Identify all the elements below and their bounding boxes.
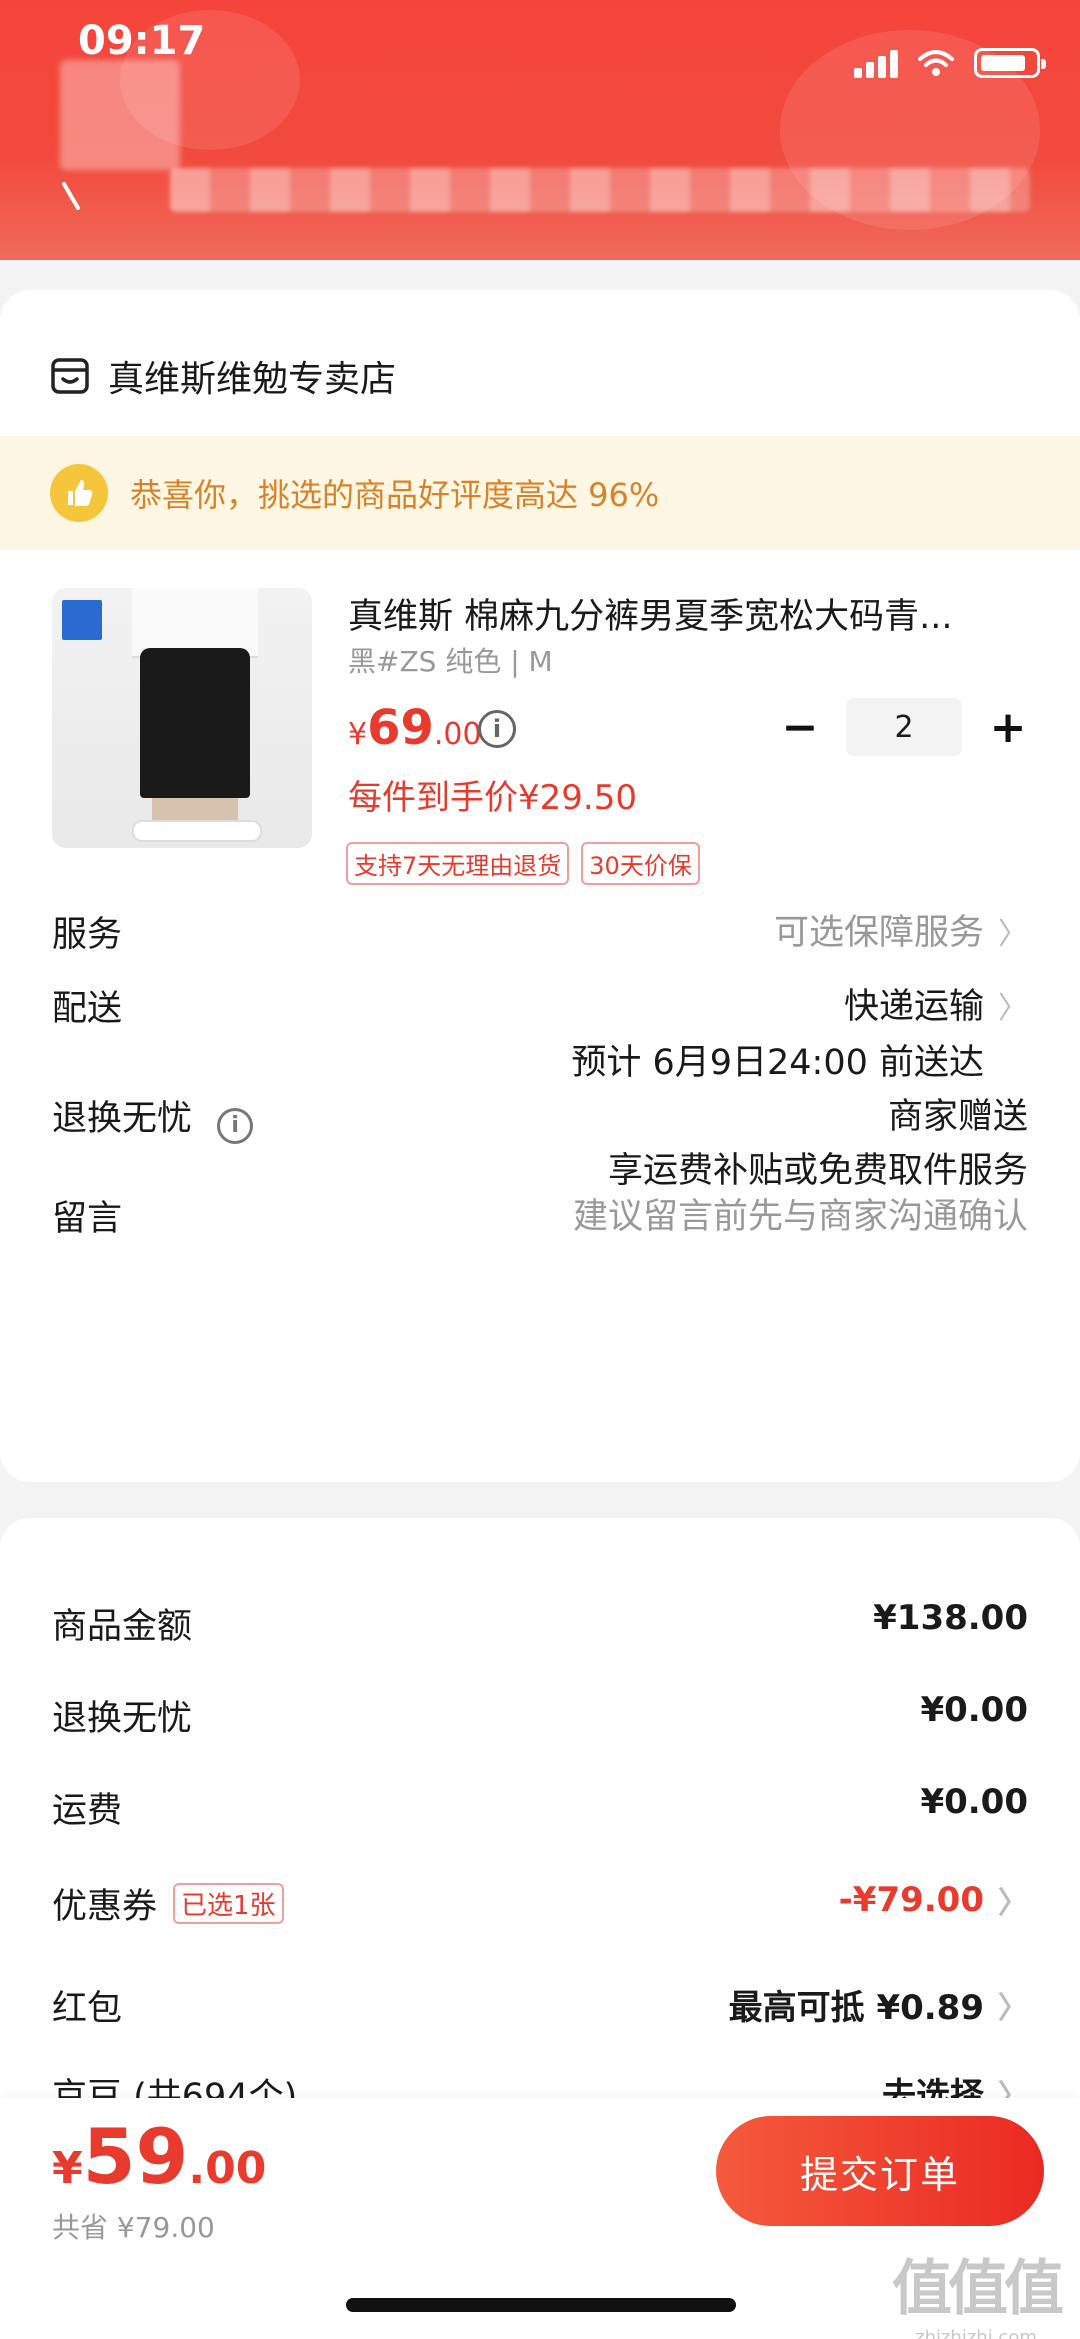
service-label: 服务: [52, 915, 123, 955]
brand-logo: [62, 600, 102, 640]
chevron-right-icon: 〉: [998, 917, 1028, 952]
thumbs-up-icon: [50, 464, 108, 522]
delivery-eta: 预计 6月9日24:00 前送达: [571, 1043, 984, 1083]
shop-name: 真维斯维勉专卖店: [108, 359, 397, 400]
shop-icon: [51, 358, 89, 394]
watermark: 值值值 zhizhizhi.com: [892, 2254, 1064, 2339]
coupon-label: 优惠券: [52, 1887, 158, 1927]
note-label: 留言: [52, 1199, 123, 1239]
note-row[interactable]: 留言 建议留言前先与商家沟通确认: [52, 1190, 1028, 1241]
price-info-icon[interactable]: i: [478, 710, 516, 748]
quantity-field[interactable]: 2: [846, 698, 962, 756]
total-price: ¥ 59 .00: [52, 2112, 267, 2201]
signal-icon: [854, 48, 898, 78]
product-image[interactable]: [52, 588, 312, 848]
delivery-label: 配送: [52, 989, 123, 1029]
redpacket-value: 最高可抵 ¥0.89: [728, 1988, 984, 2028]
delivery-value: 快递运输: [843, 987, 984, 1027]
product-tags: 支持7天无理由退货 30天价保: [346, 842, 700, 885]
back-arrow-icon[interactable]: [56, 178, 96, 218]
rating-banner-text: 恭喜你，挑选的商品好评度高达 96%: [130, 476, 660, 514]
battery-icon: [974, 48, 1046, 78]
chevron-right-icon: 〉: [998, 991, 1028, 1026]
product-title[interactable]: 真维斯 棉麻九分裤男夏季宽松大码青...: [348, 588, 1018, 639]
saved-amount: 共省 ¥79.00: [52, 2211, 215, 2244]
wifi-icon: [918, 50, 954, 76]
coupon-badge: 已选1张: [173, 1883, 284, 1924]
rating-banner: 恭喜你，挑选的商品好评度高达 96%: [0, 436, 1080, 550]
return-info-icon[interactable]: i: [217, 1107, 254, 1144]
order-card: 真维斯维勉专卖店 恭喜你，挑选的商品好评度高达 96% 真维斯 棉麻九分裤男夏季…: [0, 290, 1080, 1482]
coupon-value: -¥79.00: [838, 1880, 984, 1920]
quantity-stepper: − 2 +: [780, 698, 1028, 756]
return-value: 商家赠送: [887, 1097, 1028, 1137]
submit-order-button[interactable]: 提交订单: [716, 2116, 1044, 2226]
increase-button[interactable]: +: [988, 702, 1028, 753]
delivery-row[interactable]: 配送 快递运输〉 预计 6月9日24:00 前送达: [52, 980, 1028, 1083]
chevron-right-icon: 〉: [998, 1990, 1028, 2026]
note-input[interactable]: 建议留言前先与商家沟通确认: [573, 1197, 1028, 1237]
net-price: 每件到手价¥29.50: [348, 778, 637, 818]
summary-row-shipping: 运费 ¥0.00: [52, 1782, 1028, 1831]
tag-return: 支持7天无理由退货: [346, 842, 570, 885]
blurred-logo: [60, 60, 180, 170]
tag-price-protect: 30天价保: [581, 842, 700, 885]
shop-row[interactable]: 真维斯维勉专卖店: [50, 350, 396, 402]
return-label: 退换无忧: [52, 1099, 193, 1139]
service-value: 可选保障服务: [773, 913, 984, 953]
chevron-right-icon: 〉: [998, 1886, 1028, 1921]
summary-row-coupon[interactable]: 优惠券 已选1张 -¥79.00 〉: [52, 1878, 1028, 1938]
status-icons: [854, 48, 1046, 78]
blurred-address: [170, 168, 1030, 212]
service-row[interactable]: 服务 可选保障服务〉: [52, 906, 1028, 957]
product-spec: 黑#ZS 纯色 | M: [348, 645, 553, 678]
summary-row-goods: 商品金额 ¥138.00: [52, 1598, 1028, 1647]
decrease-button[interactable]: −: [780, 702, 820, 753]
header: 09:17: [0, 0, 1080, 260]
home-indicator[interactable]: [346, 2298, 736, 2312]
summary-row-return: 退换无忧 ¥0.00: [52, 1690, 1028, 1739]
summary-row-redpacket[interactable]: 红包 最高可抵 ¥0.89 〉: [52, 1980, 1028, 2040]
return-row: 退换无忧 i 商家赠送 享运费补贴或免费取件服务: [52, 1090, 1028, 1191]
product-price: ¥ 69 .00: [348, 700, 482, 756]
status-time: 09:17: [78, 18, 206, 64]
